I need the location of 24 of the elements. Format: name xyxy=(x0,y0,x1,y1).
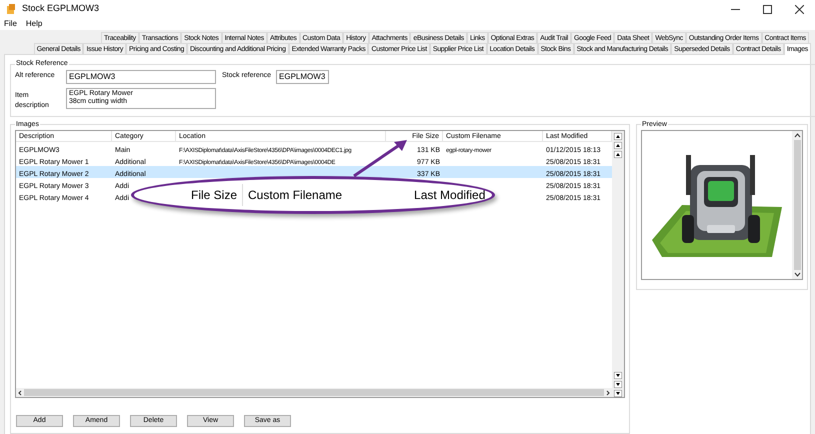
scroll-up-icon[interactable] xyxy=(614,133,622,140)
scrollbar-thumb[interactable] xyxy=(24,389,604,396)
scroll-up-icon[interactable] xyxy=(614,151,622,158)
menu-item[interactable]: File xyxy=(4,18,17,30)
maximize-icon xyxy=(762,4,772,14)
menu-item[interactable]: Help xyxy=(26,18,42,30)
app-icon xyxy=(6,4,16,14)
input-field[interactable]: EGPLMOW3 xyxy=(66,70,216,84)
window-title: Stock EGPLMOW3 xyxy=(22,2,100,16)
callout-label: File Size xyxy=(186,184,244,206)
scroll-left-icon[interactable] xyxy=(18,390,22,396)
minimize-icon xyxy=(730,8,740,10)
scrollbar-thumb[interactable] xyxy=(794,140,800,270)
scroll-right-icon[interactable] xyxy=(606,390,610,396)
callout-label: Last Modified xyxy=(413,187,486,204)
scroll-down-icon[interactable] xyxy=(614,390,622,397)
close-icon xyxy=(794,4,804,14)
scroll-up-icon[interactable] xyxy=(794,133,800,138)
scroll-down-icon[interactable] xyxy=(794,272,800,277)
scroll-down-icon[interactable] xyxy=(614,372,622,379)
scroll-down-icon[interactable] xyxy=(614,381,622,388)
callout-label: Custom Filename xyxy=(247,187,344,204)
input-field[interactable]: EGPLMOW3 xyxy=(276,70,330,84)
scroll-up-icon[interactable] xyxy=(614,142,622,149)
